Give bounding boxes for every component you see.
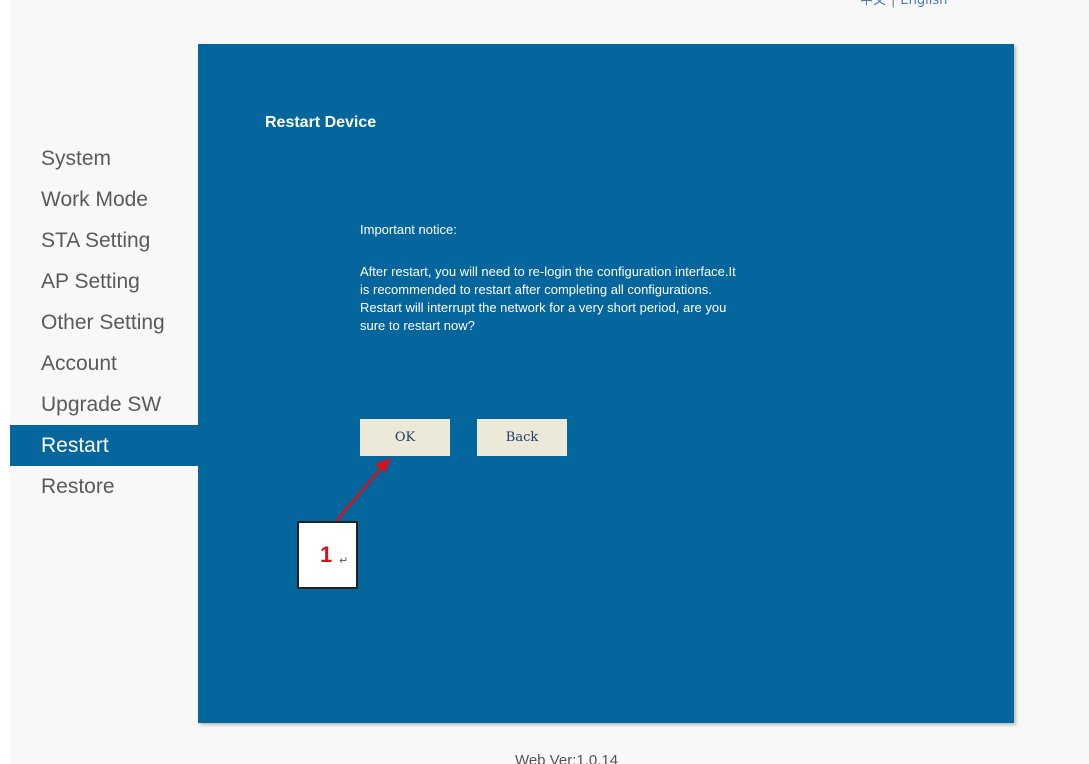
page-title: Restart Device xyxy=(265,114,377,131)
sidebar-item-upgrade-sw[interactable]: Upgrade SW xyxy=(10,384,198,425)
notice-text: After restart, you will need to re-login… xyxy=(360,263,890,335)
return-icon: ↵ xyxy=(339,554,349,567)
notice-line: Restart will interrupt the network for a… xyxy=(360,300,727,315)
sidebar-item-account[interactable]: Account xyxy=(10,343,198,384)
web-version-text: Web Ver:1.0.14 xyxy=(514,752,619,764)
notice-heading: Important notice: xyxy=(360,222,457,237)
sidebar-nav: System Work Mode STA Setting AP Setting … xyxy=(10,138,198,507)
notice-line: is recommended to restart after completi… xyxy=(360,282,712,297)
restart-panel: Restart Device Important notice: After r… xyxy=(198,44,1014,723)
language-chinese-link[interactable]: 中文 xyxy=(860,0,886,8)
notice-line: sure to restart now? xyxy=(360,318,475,333)
sidebar-item-restore[interactable]: Restore xyxy=(10,466,198,507)
web-version: Web Ver:1.0.14 xyxy=(0,751,1089,764)
step-callout: 1 ↵ xyxy=(297,521,358,589)
language-separator: | xyxy=(891,0,896,8)
sidebar-item-other-setting[interactable]: Other Setting xyxy=(10,302,198,343)
notice-line: After restart, you will need to re-login… xyxy=(360,264,736,279)
ok-button[interactable]: OK xyxy=(360,419,450,456)
back-button[interactable]: Back xyxy=(477,419,567,456)
sidebar-item-ap-setting[interactable]: AP Setting xyxy=(10,261,198,302)
sidebar-item-restart[interactable]: Restart xyxy=(10,425,198,466)
language-switcher: 中文 | English xyxy=(860,0,947,20)
sidebar-item-system[interactable]: System xyxy=(10,138,198,179)
language-english-link[interactable]: English xyxy=(900,0,947,8)
step-number: 1 xyxy=(320,542,333,567)
sidebar-item-sta-setting[interactable]: STA Setting xyxy=(10,220,198,261)
sidebar-item-work-mode[interactable]: Work Mode xyxy=(10,179,198,220)
